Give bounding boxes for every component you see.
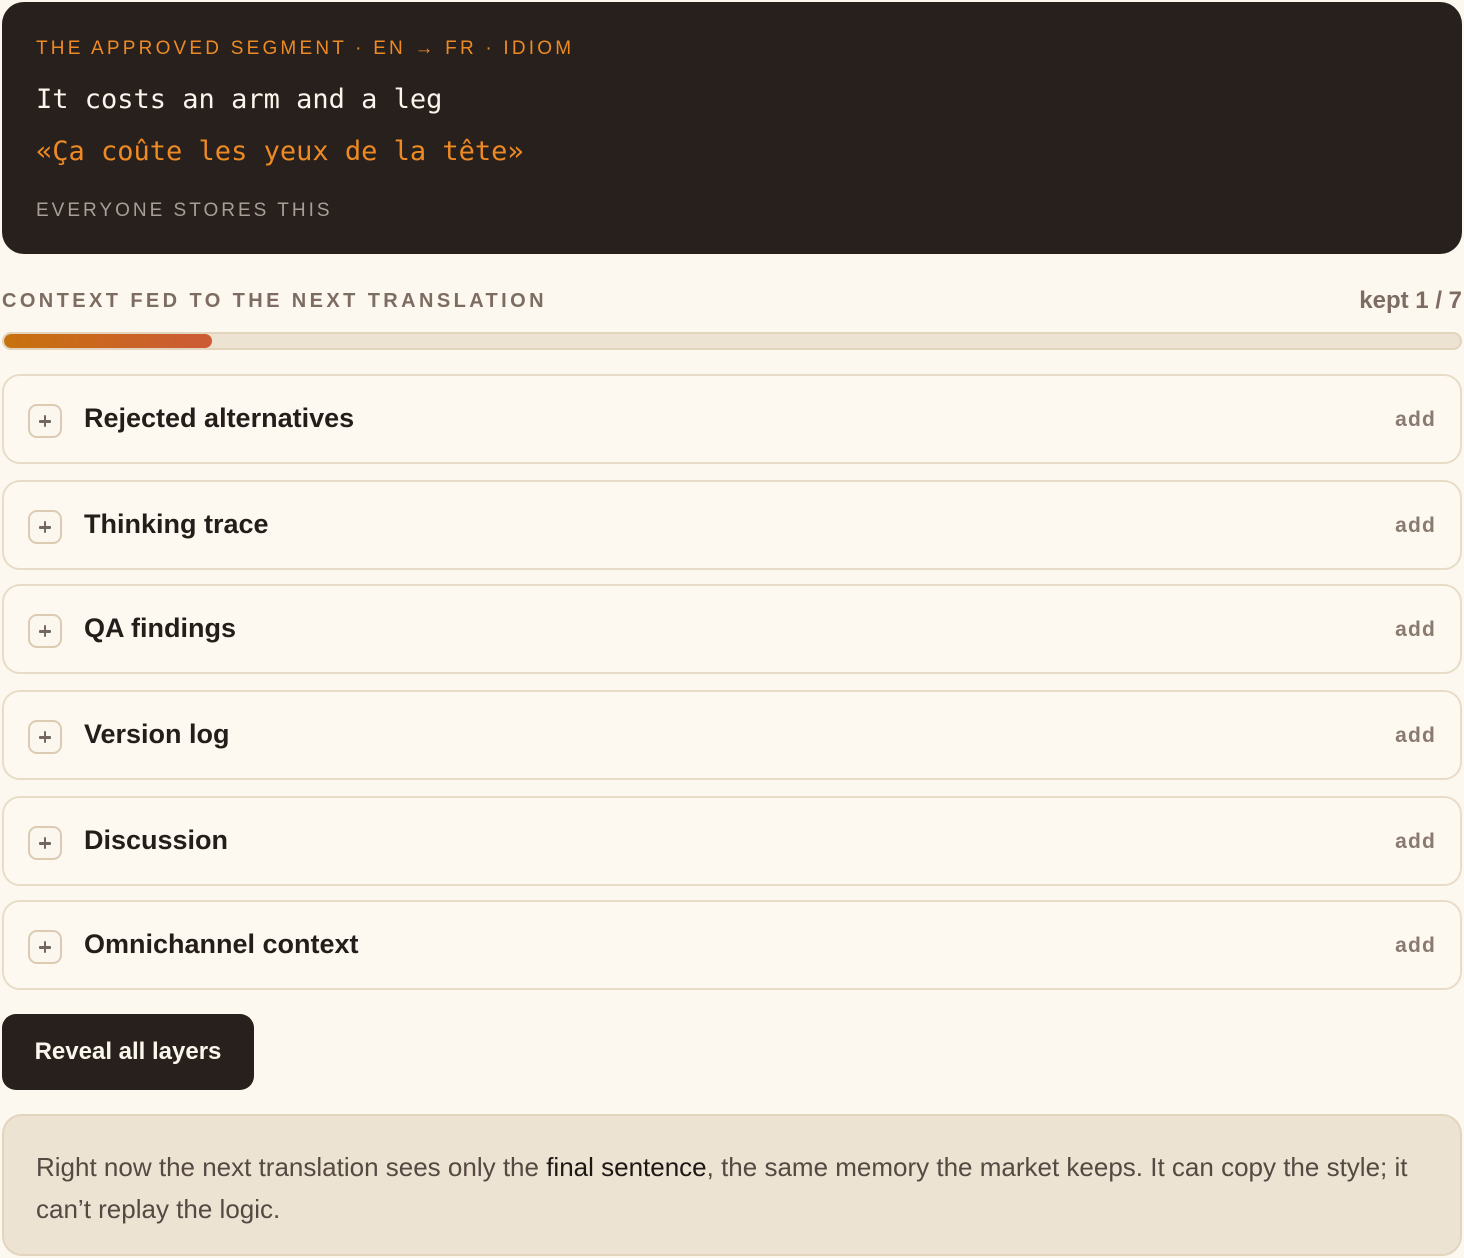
layer-row-discussion[interactable]: Discussion add <box>2 796 1462 886</box>
plus-icon[interactable] <box>28 404 62 438</box>
target-sentence: «Ça coûte les yeux de la tête» <box>36 136 524 167</box>
layer-row-omnichannel-context[interactable]: Omnichannel context add <box>2 900 1462 990</box>
plus-icon[interactable] <box>28 720 62 754</box>
layer-row-rejected-alternatives[interactable]: Rejected alternatives add <box>2 374 1462 464</box>
plus-icon[interactable] <box>28 510 62 544</box>
add-layer-button[interactable]: add <box>1395 724 1436 748</box>
plus-icon[interactable] <box>28 930 62 964</box>
add-layer-button[interactable]: add <box>1395 830 1436 854</box>
segment-eyebrow: THE APPROVED SEGMENT · EN → FR · IDIOM <box>36 38 575 59</box>
layer-label: QA findings <box>84 613 236 643</box>
note-emphasis: final sentence <box>546 1152 707 1182</box>
layer-label: Thinking trace <box>84 509 269 539</box>
source-sentence: It costs an arm and a leg <box>36 84 443 115</box>
reveal-all-layers-button[interactable]: Reveal all layers <box>2 1014 254 1090</box>
add-layer-button[interactable]: add <box>1395 408 1436 432</box>
context-progress-bar <box>2 332 1462 350</box>
kept-counter: kept 1 / 7 <box>1359 287 1462 314</box>
layer-label: Discussion <box>84 825 229 855</box>
layer-row-thinking-trace[interactable]: Thinking trace add <box>2 480 1462 570</box>
layer-label: Rejected alternatives <box>84 403 355 433</box>
layer-row-version-log[interactable]: Version log add <box>2 690 1462 780</box>
segment-footnote: EVERYONE STORES THIS <box>36 200 333 221</box>
explanation-note: Right now the next translation sees only… <box>2 1114 1462 1256</box>
add-layer-button[interactable]: add <box>1395 618 1436 642</box>
layer-label: Omnichannel context <box>84 929 359 959</box>
context-progress-fill <box>4 334 212 348</box>
context-heading: CONTEXT FED TO THE NEXT TRANSLATION <box>2 290 547 312</box>
note-text-before: Right now the next translation sees only… <box>36 1152 547 1182</box>
add-layer-button[interactable]: add <box>1395 514 1436 538</box>
approved-segment-card: THE APPROVED SEGMENT · EN → FR · IDIOM I… <box>2 2 1462 254</box>
layer-label: Version log <box>84 719 230 749</box>
layer-row-qa-findings[interactable]: QA findings add <box>2 584 1462 674</box>
add-layer-button[interactable]: add <box>1395 934 1436 958</box>
plus-icon[interactable] <box>28 614 62 648</box>
plus-icon[interactable] <box>28 826 62 860</box>
